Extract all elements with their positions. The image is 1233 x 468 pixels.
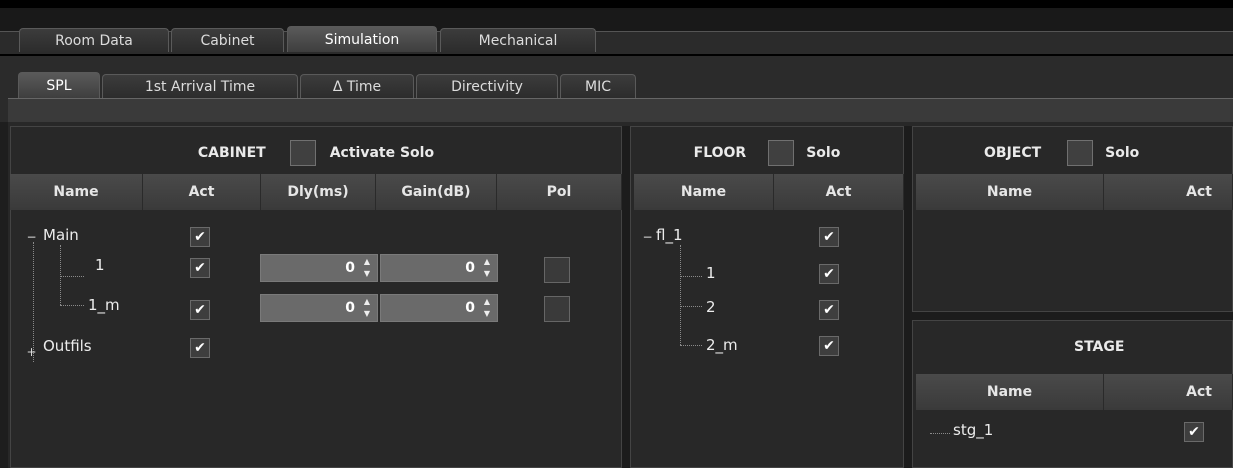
- cabinet-header: CABINET Activate Solo: [10, 138, 622, 168]
- activate-solo-checkbox[interactable]: [289, 140, 316, 166]
- main-tab-bar: Room Data Cabinet Simulation Mechanical: [0, 8, 1233, 54]
- panel-splitter[interactable]: [622, 126, 630, 468]
- tab-mechanical[interactable]: Mechanical: [440, 28, 596, 52]
- cabinet-row-outfils-name[interactable]: Outfils: [43, 337, 92, 355]
- tab-delta-time[interactable]: Δ Time: [300, 74, 414, 98]
- cabinet-row-main-act-checkbox[interactable]: ✔: [190, 227, 210, 247]
- floor-col-act[interactable]: Act: [774, 174, 904, 210]
- sub-tab-bar: SPL 1st Arrival Time Δ Time Directivity …: [0, 56, 1233, 122]
- stage-header: STAGE: [912, 332, 1233, 362]
- stage-title: STAGE: [1074, 339, 1125, 355]
- tab-cabinet[interactable]: Cabinet: [171, 28, 284, 52]
- cabinet-row-1-name[interactable]: 1: [95, 256, 105, 274]
- activate-solo-label: Activate Solo: [329, 145, 435, 161]
- object-header: OBJECT Solo: [912, 138, 1233, 168]
- tab-first-arrival-time[interactable]: 1st Arrival Time: [102, 74, 298, 98]
- floor-header: FLOOR Solo: [630, 138, 904, 168]
- floor-row-fl1-act-checkbox[interactable]: ✔: [819, 227, 839, 247]
- cabinet-row-1-gain-value: 0: [465, 260, 475, 276]
- fl1-collapse-icon[interactable]: −: [642, 231, 653, 243]
- floor-row-2m-act-checkbox[interactable]: ✔: [819, 336, 839, 356]
- cabinet-col-act[interactable]: Act: [143, 174, 261, 210]
- floor-col-name[interactable]: Name: [634, 174, 774, 210]
- cabinet-row-1m-gain-value: 0: [465, 300, 475, 316]
- cabinet-row-1-dly-value: 0: [345, 260, 355, 276]
- tab-mic[interactable]: MIC: [560, 74, 636, 98]
- cabinet-row-1-act-checkbox[interactable]: ✔: [190, 258, 210, 278]
- tab-spl[interactable]: SPL: [18, 72, 100, 98]
- floor-solo-label: Solo: [806, 145, 841, 161]
- floor-row-1-act-checkbox[interactable]: ✔: [819, 264, 839, 284]
- spin-arrows-icon[interactable]: ▲ ▼: [361, 258, 373, 278]
- tab-simulation[interactable]: Simulation: [287, 26, 437, 52]
- stage-row-stg1-name[interactable]: stg_1: [953, 421, 993, 439]
- cabinet-row-outfils-act-checkbox[interactable]: ✔: [190, 338, 210, 358]
- cabinet-row-main-name[interactable]: Main: [43, 226, 79, 244]
- cabinet-col-gain[interactable]: Gain(dB): [376, 174, 497, 210]
- stage-row-stg1-act-checkbox[interactable]: ✔: [1184, 422, 1204, 442]
- object-col-act[interactable]: Act: [1104, 174, 1233, 210]
- object-title: OBJECT: [984, 145, 1042, 161]
- object-col-name[interactable]: Name: [916, 174, 1104, 210]
- panel-splitter-right[interactable]: [904, 126, 912, 468]
- object-solo-checkbox[interactable]: [1067, 140, 1094, 166]
- cabinet-row-1m-gain-spinbox[interactable]: 0 ▲ ▼: [380, 294, 498, 322]
- cabinet-row-1-dly-spinbox[interactable]: 0 ▲ ▼: [260, 254, 378, 282]
- cabinet-row-1m-dly-spinbox[interactable]: 0 ▲ ▼: [260, 294, 378, 322]
- cabinet-row-1-pol-checkbox[interactable]: [544, 257, 570, 283]
- floor-row-2-name[interactable]: 2: [706, 298, 716, 316]
- floor-row-1-name[interactable]: 1: [706, 264, 716, 282]
- spin-arrows-icon[interactable]: ▲ ▼: [481, 298, 493, 318]
- cabinet-col-pol[interactable]: Pol: [497, 174, 622, 210]
- spin-arrows-icon[interactable]: ▲ ▼: [481, 258, 493, 278]
- tab-room-data[interactable]: Room Data: [19, 28, 169, 52]
- cabinet-title: CABINET: [197, 145, 266, 161]
- object-solo-label: Solo: [1105, 145, 1140, 161]
- stage-col-name[interactable]: Name: [916, 374, 1104, 410]
- cabinet-row-1m-name[interactable]: 1_m: [88, 296, 120, 314]
- panel-splitter-horizontal[interactable]: [912, 312, 1233, 320]
- cabinet-col-name[interactable]: Name: [10, 174, 143, 210]
- cabinet-col-dly[interactable]: Dly(ms): [261, 174, 376, 210]
- floor-title: FLOOR: [693, 145, 747, 161]
- spin-arrows-icon[interactable]: ▲ ▼: [361, 298, 373, 318]
- floor-row-2-act-checkbox[interactable]: ✔: [819, 300, 839, 320]
- floor-row-2m-name[interactable]: 2_m: [706, 336, 738, 354]
- outfils-expand-icon[interactable]: +: [26, 346, 37, 358]
- cabinet-row-1-gain-spinbox[interactable]: 0 ▲ ▼: [380, 254, 498, 282]
- cabinet-row-1m-act-checkbox[interactable]: ✔: [190, 300, 210, 320]
- floor-row-fl1-name[interactable]: fl_1: [656, 226, 683, 244]
- floor-solo-checkbox[interactable]: [768, 140, 795, 166]
- stage-col-act[interactable]: Act: [1104, 374, 1233, 410]
- cabinet-row-1m-dly-value: 0: [345, 300, 355, 316]
- cabinet-row-1m-pol-checkbox[interactable]: [544, 296, 570, 322]
- main-collapse-icon[interactable]: −: [26, 231, 37, 243]
- tab-directivity[interactable]: Directivity: [416, 74, 558, 98]
